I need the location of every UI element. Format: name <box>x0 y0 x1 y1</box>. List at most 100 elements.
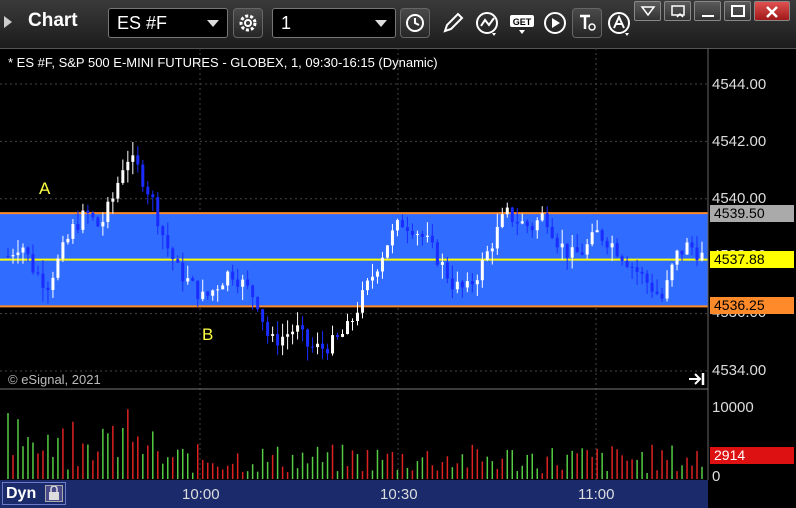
volume-tick: 0 <box>712 468 721 485</box>
lock-icon[interactable] <box>45 485 63 502</box>
candle-body <box>301 325 305 330</box>
candle-body <box>176 259 180 263</box>
candle-body <box>405 227 409 232</box>
candle-body <box>665 280 669 299</box>
close-icon <box>766 6 778 18</box>
candle-body <box>161 226 165 236</box>
candle-body <box>450 278 454 290</box>
time-button[interactable] <box>400 8 430 38</box>
candle-body <box>420 233 424 237</box>
candle-body <box>331 335 335 354</box>
candle-body <box>520 221 524 224</box>
candle-body <box>26 247 30 255</box>
time-tick: 10:00 <box>182 486 220 503</box>
text-tool-button[interactable] <box>572 8 602 38</box>
alert-button[interactable] <box>604 8 634 38</box>
candle-body <box>166 235 170 249</box>
candle-body <box>465 281 469 288</box>
candle-body <box>21 247 25 253</box>
candle-body <box>276 334 280 346</box>
candle-body <box>336 335 340 337</box>
candle-body <box>96 217 100 227</box>
candle-body <box>395 220 399 231</box>
candle-body <box>570 247 574 258</box>
text-tool-icon <box>580 14 596 31</box>
candle-body <box>660 293 664 299</box>
interval-select[interactable]: 1 <box>272 8 396 38</box>
window-menu-button[interactable] <box>634 1 661 21</box>
candle-body <box>256 297 260 310</box>
settings-button[interactable] <box>233 8 263 38</box>
candle-body <box>495 226 499 249</box>
volume-tag: 2914 <box>710 447 794 464</box>
dropdown-caret-icon <box>375 20 387 27</box>
svg-text:GET: GET <box>513 17 532 27</box>
gear-icon <box>239 14 257 32</box>
candle-body <box>246 279 250 286</box>
close-button[interactable] <box>754 1 790 21</box>
copyright-text: © eSignal, 2021 <box>8 372 101 387</box>
candle-body <box>445 262 449 279</box>
candle-body <box>346 321 350 334</box>
maximize-button[interactable] <box>724 1 751 21</box>
candle-body <box>550 226 554 238</box>
candle-body <box>81 210 85 230</box>
candle-body <box>425 235 429 237</box>
candle-body <box>111 198 115 202</box>
candle-body <box>46 287 50 290</box>
candle-body <box>610 243 614 248</box>
candle-body <box>231 271 235 280</box>
candle-body <box>455 281 459 290</box>
candle-body <box>390 230 394 246</box>
candle-body <box>66 238 70 243</box>
time-axis-corner <box>708 480 796 508</box>
candle-body <box>670 264 674 281</box>
candle-body <box>31 254 35 273</box>
draw-button[interactable] <box>438 8 468 38</box>
candle-body <box>56 258 60 278</box>
maximize-icon <box>731 5 745 17</box>
play-icon <box>544 12 566 34</box>
price-chart[interactable] <box>0 48 796 508</box>
candle-body <box>106 201 110 222</box>
candle-body <box>141 164 145 187</box>
candle-body <box>650 282 654 292</box>
study-button[interactable] <box>472 8 502 38</box>
volume-tick: 10000 <box>712 399 754 416</box>
candle-body <box>191 278 195 281</box>
replay-button[interactable] <box>540 8 570 38</box>
candle-body <box>595 230 599 233</box>
candle-body <box>685 242 689 255</box>
dynamic-mode-button[interactable]: Dyn <box>2 482 66 505</box>
candle-body <box>695 247 699 261</box>
symbol-select[interactable]: ES #F <box>108 8 228 38</box>
candle-body <box>545 213 549 227</box>
restore-button[interactable] <box>664 1 691 21</box>
minimize-icon <box>702 15 714 17</box>
candle-body <box>515 221 519 224</box>
time-tick: 11:00 <box>578 486 615 503</box>
candle-body <box>535 220 539 231</box>
zone-label-b: B <box>202 325 214 344</box>
candle-body <box>555 237 559 248</box>
get-button[interactable]: GET <box>506 8 536 38</box>
scroll-end-icon[interactable] <box>687 371 707 387</box>
candle-body <box>41 273 45 288</box>
candle-body <box>216 289 220 291</box>
chart-menu-arrow-icon[interactable] <box>4 16 12 28</box>
candle-body <box>36 272 40 274</box>
candle-body <box>680 250 684 255</box>
candle-body <box>251 285 255 298</box>
candle-body <box>435 242 439 265</box>
candle-body <box>605 240 609 248</box>
candle-body <box>360 290 364 313</box>
candle-body <box>620 256 624 261</box>
candle-body <box>430 235 434 243</box>
window-menu-icon <box>640 6 656 17</box>
minimize-button[interactable] <box>694 1 721 21</box>
candle-body <box>131 155 135 162</box>
chart-title: * ES #F, S&P 500 E-MINI FUTURES - GLOBEX… <box>8 55 438 70</box>
last-price-tag: 4537.88 <box>710 251 794 268</box>
app-title: Chart <box>28 10 78 31</box>
candle-body <box>375 271 379 277</box>
